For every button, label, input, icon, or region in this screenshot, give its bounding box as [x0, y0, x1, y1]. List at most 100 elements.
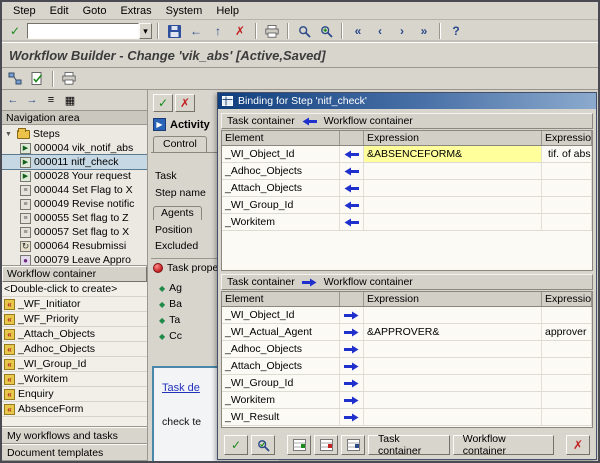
folder-icon — [17, 130, 30, 139]
menu-system[interactable]: System — [159, 4, 210, 18]
task-container-button[interactable]: Task container — [368, 435, 450, 455]
task-property-item[interactable]: ◆Ba — [159, 298, 182, 310]
first-page-button[interactable]: « — [348, 22, 368, 40]
container-item[interactable]: «_WI_Group_Id — [2, 357, 147, 372]
container-item-create[interactable]: <Double-click to create> — [2, 282, 147, 297]
container-item[interactable]: «Enquiry — [2, 387, 147, 402]
help-button[interactable]: ? — [446, 22, 466, 40]
nav-grid-view-icon[interactable]: ▦ — [61, 92, 79, 108]
task-property-item[interactable]: ◆Ta — [159, 314, 180, 326]
workflow-container-header[interactable]: Workflow container — [2, 266, 147, 282]
binding-titlebar[interactable]: Binding for Step 'nitf_check' — [218, 93, 596, 109]
expression-cell[interactable] — [364, 214, 542, 230]
confirm-button[interactable]: ✓ — [153, 94, 173, 112]
diamond-icon: ◆ — [159, 300, 165, 309]
accept-binding-button[interactable]: ✓ — [224, 435, 248, 455]
exit-button[interactable]: ↑ — [208, 22, 228, 40]
enter-button[interactable]: ✓ — [5, 22, 25, 40]
section-right-label: Workflow container — [324, 276, 413, 288]
menu-extras[interactable]: Extras — [113, 4, 158, 18]
workflow-graphic-icon — [8, 72, 22, 85]
container-item[interactable]: «_Attach_Objects — [2, 327, 147, 342]
check-binding-button[interactable] — [251, 435, 275, 455]
workflow-container-button[interactable]: Workflow container — [453, 435, 554, 455]
expression-cell[interactable]: &APPROVER& — [364, 324, 542, 340]
arrow-right-icon — [340, 324, 364, 340]
step-label: 000079 Leave Appro — [34, 254, 131, 266]
container-item[interactable]: «_WF_Priority — [2, 312, 147, 327]
tree-step-item[interactable]: ▶000028 Your request — [2, 169, 147, 183]
expression-cell[interactable] — [364, 180, 542, 196]
tree-step-item[interactable]: ▶000004 vik_notif_abs — [2, 141, 147, 155]
expression-cell[interactable] — [364, 307, 542, 323]
tree-step-item[interactable]: ≡000049 Revise notific — [2, 197, 147, 211]
separator — [52, 71, 54, 87]
tree-step-item-selected[interactable]: ▶000011 nitf_check — [2, 155, 147, 169]
workflow-graphic-button[interactable] — [5, 70, 25, 88]
container-item[interactable]: «_Workitem — [2, 372, 147, 387]
menu-step[interactable]: Step — [6, 4, 43, 18]
table-header-row: Element Expression Expression n — [222, 292, 592, 307]
expression-cell[interactable] — [364, 375, 542, 391]
previous-page-button[interactable]: ‹ — [370, 22, 390, 40]
my-workflows-button[interactable]: My workflows and tasks — [2, 427, 147, 444]
delete-line-button[interactable] — [314, 435, 338, 455]
last-page-button[interactable]: » — [414, 22, 434, 40]
system-toolbar: ✓ ▾ ← ↑ ✗ « ‹ › » ? — [2, 20, 598, 43]
print-workflow-button[interactable] — [59, 70, 79, 88]
menu-help[interactable]: Help — [209, 4, 246, 18]
arrow-right-icon — [340, 409, 364, 425]
workflow-container-list: <Double-click to create> «_WF_Initiator … — [2, 282, 147, 427]
tree-step-item[interactable]: ●000079 Leave Appro — [2, 253, 147, 266]
expression-cell[interactable] — [364, 197, 542, 213]
expression-cell-selected[interactable]: &ABSENCEFORM& — [364, 146, 542, 162]
expression-cell[interactable] — [364, 341, 542, 357]
expression-cell[interactable] — [364, 409, 542, 425]
expression-cell[interactable] — [364, 163, 542, 179]
menu-goto[interactable]: Goto — [76, 4, 114, 18]
print-button[interactable] — [262, 22, 282, 40]
nav-outline-icon[interactable]: ≡ — [42, 92, 60, 108]
task-property-label: Cc — [169, 330, 182, 342]
tree-step-item[interactable]: ≡000057 Set flag to X — [2, 225, 147, 239]
container-item[interactable]: «AbsenceForm — [2, 402, 147, 417]
syntax-check-button[interactable] — [27, 70, 47, 88]
next-page-button[interactable]: › — [392, 22, 412, 40]
command-input[interactable] — [27, 23, 139, 39]
back-button[interactable]: ← — [186, 22, 206, 40]
expression-name-cell — [542, 392, 592, 408]
expression-cell[interactable] — [364, 358, 542, 374]
main-area: ← → ≡ ▦ Navigation area ▼ Steps ▶000004 … — [2, 90, 598, 461]
task-property-item[interactable]: ◆Ag — [159, 282, 182, 294]
cancel-button[interactable]: ✗ — [230, 22, 250, 40]
cancel-binding-button[interactable]: ✗ — [566, 435, 590, 455]
command-dropdown-icon[interactable]: ▾ — [139, 23, 152, 39]
tree-step-item[interactable]: ≡000044 Set Flag to X — [2, 183, 147, 197]
separator — [157, 23, 159, 39]
find-next-button[interactable] — [316, 22, 336, 40]
copy-line-button[interactable] — [341, 435, 365, 455]
expander-icon[interactable]: ▼ — [5, 131, 14, 138]
navigation-toolbar: ← → ≡ ▦ — [2, 90, 147, 110]
save-button[interactable] — [164, 22, 184, 40]
menu-edit[interactable]: Edit — [43, 4, 76, 18]
tree-step-item[interactable]: ↻000064 Resubmissi — [2, 239, 147, 253]
position-label: Position — [155, 224, 192, 236]
dismiss-button[interactable]: ✗ — [175, 94, 195, 112]
tree-step-item[interactable]: ≡000055 Set flag to Z — [2, 211, 147, 225]
insert-line-icon — [293, 439, 306, 451]
document-templates-button[interactable]: Document templates — [2, 444, 147, 461]
nav-forward-icon[interactable]: → — [23, 92, 41, 108]
task-property-item[interactable]: ◆Cc — [159, 330, 182, 342]
agents-tab[interactable]: Agents — [153, 206, 202, 220]
container-item[interactable]: «_WF_Initiator — [2, 297, 147, 312]
find-button[interactable] — [294, 22, 314, 40]
tree-root-steps[interactable]: ▼ Steps — [2, 127, 147, 141]
container-item[interactable]: «_Adhoc_Objects — [2, 342, 147, 357]
binding-row: _WI_Object_Id — [222, 307, 592, 324]
nav-back-icon[interactable]: ← — [4, 92, 22, 108]
task-description-link[interactable]: Task de — [162, 382, 200, 394]
expression-cell[interactable] — [364, 392, 542, 408]
tab-control[interactable]: Control — [153, 136, 207, 152]
insert-line-button[interactable] — [287, 435, 311, 455]
